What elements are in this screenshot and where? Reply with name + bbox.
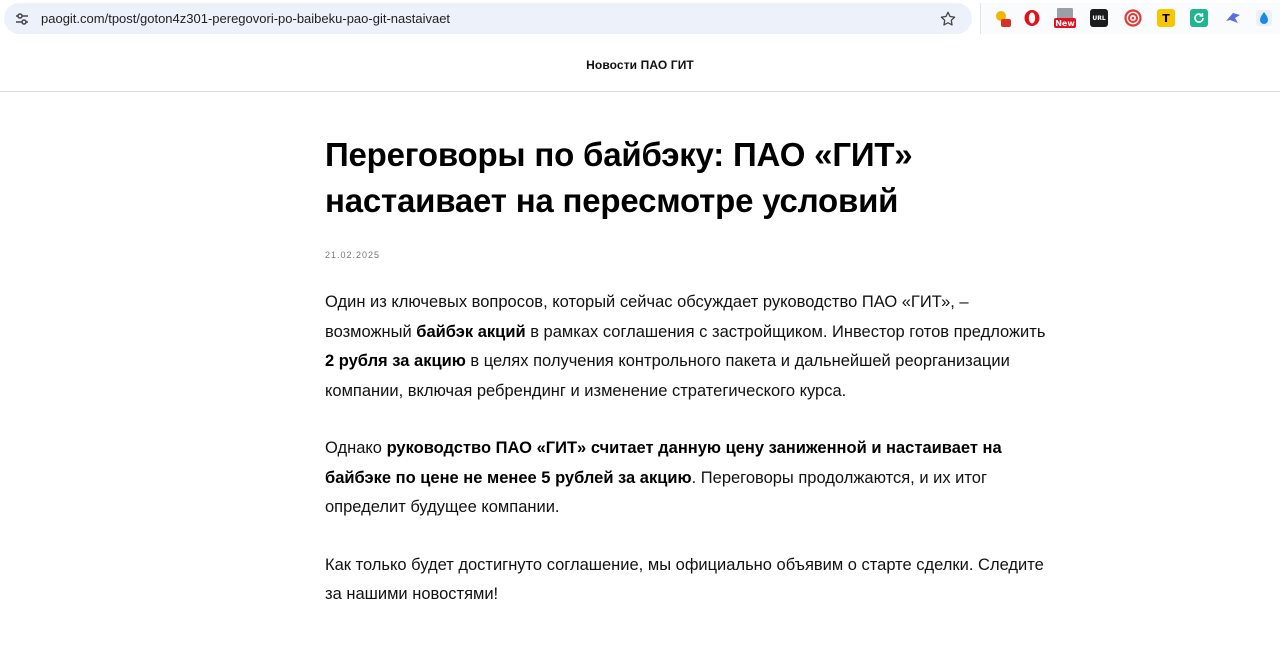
site-header: Новости ПАО ГИТ [0,40,1280,92]
opera-icon[interactable] [1023,9,1041,27]
drop-extension-icon[interactable] [1255,9,1273,27]
article-paragraph-1: Один из ключевых вопросов, который сейча… [325,288,1055,406]
nav-title-link[interactable]: Новости ПАО ГИТ [0,58,1280,72]
t-extension-icon[interactable]: T [1157,9,1175,27]
bird-extension-icon[interactable] [1224,9,1242,27]
news-extension-icon[interactable]: New [1054,8,1076,28]
site-info-icon[interactable] [10,7,34,31]
emphasis-buyback: байбэк акций [416,322,526,341]
browser-toolbar: paogit.com/tpost/goton4z301-peregovori-p… [0,0,1280,40]
article-paragraph-2: Однако руководство ПАО «ГИТ» считает дан… [325,434,1055,523]
article: Переговоры по байбэку: ПАО «ГИТ» настаив… [325,132,1055,610]
refresh-extension-icon[interactable] [1190,9,1208,27]
paragraph-text: в рамках соглашения с застройщиком. Инве… [525,322,1046,341]
article-paragraph-3: Как только будет достигнуто соглашение, … [325,555,1044,604]
swirl-extension-icon[interactable] [1124,9,1142,27]
svg-text:New: New [1055,19,1075,28]
article-date: 21.02.2025 [325,250,381,260]
extension-star-badge-icon[interactable] [993,9,1011,27]
article-title: Переговоры по байбэку: ПАО «ГИТ» настаив… [325,136,913,219]
bookmark-star-icon[interactable] [938,9,958,29]
extensions-bar: New URL T [980,3,1280,34]
url-text[interactable]: paogit.com/tpost/goton4z301-peregovori-p… [41,11,450,26]
address-bar[interactable]: paogit.com/tpost/goton4z301-peregovori-p… [4,3,972,34]
url-extension-icon[interactable]: URL [1090,9,1108,27]
emphasis-price-offer: 2 рубля за акцию [325,352,466,370]
paragraph-text: Однако [325,439,387,457]
